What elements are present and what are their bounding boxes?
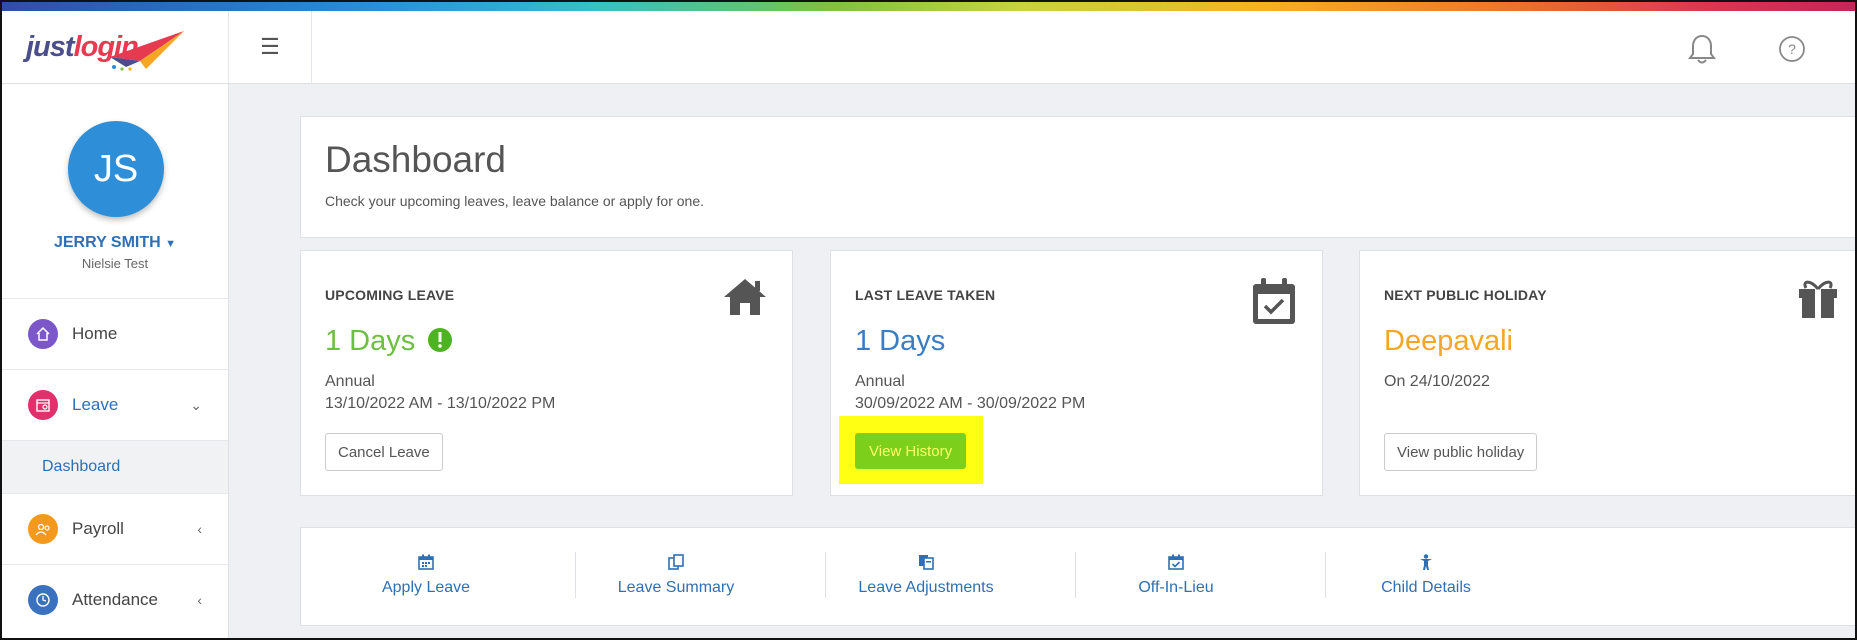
- chevron-left-icon: ‹: [197, 592, 202, 608]
- logo-text-just: just: [26, 31, 75, 63]
- sidebar-item-label: Payroll: [72, 519, 124, 538]
- justlogin-logo[interactable]: justlogin: [2, 11, 229, 83]
- company-name: Nielsie Test: [81, 256, 149, 271]
- cancel-leave-button[interactable]: Cancel Leave: [325, 433, 443, 471]
- alert-icon: [428, 328, 453, 352]
- files-icon: [919, 555, 934, 570]
- menu-toggle-button[interactable]: ☰: [229, 11, 312, 83]
- chevron-down-icon: ⌄: [190, 396, 202, 413]
- quick-link-label: Off-In-Lieu: [1138, 579, 1214, 596]
- last-leave-days: 1 Days: [855, 325, 946, 357]
- help-icon[interactable]: ?: [1778, 35, 1806, 63]
- sidebar-item-attendance[interactable]: Attendance ‹: [2, 564, 228, 635]
- paper-plane-icon: [110, 31, 184, 71]
- bell-icon[interactable]: [1687, 33, 1717, 65]
- quick-link-apply-leave[interactable]: Apply Leave: [301, 528, 551, 625]
- calendar-check-icon: [1253, 278, 1295, 324]
- card-caption: LAST LEAVE TAKEN: [855, 287, 996, 303]
- chevron-left-icon: ‹: [197, 521, 202, 537]
- avatar[interactable]: JS: [68, 121, 164, 217]
- sidebar-subitem-dashboard[interactable]: Dashboard: [2, 440, 228, 493]
- card-caption: UPCOMING LEAVE: [325, 287, 455, 303]
- page-title: Dashboard: [325, 139, 507, 180]
- quick-link-leave-summary[interactable]: Leave Summary: [551, 528, 801, 625]
- last-leave-card: LAST LEAVE TAKEN 1 Days Annual 30/09/202…: [830, 250, 1323, 496]
- copy-icon: [668, 554, 684, 570]
- sidebar-item-label: Leave: [72, 395, 119, 414]
- leave-dates: 30/09/2022 AM - 30/09/2022 PM: [855, 395, 1086, 412]
- quick-links-bar: Apply Leave Leave Summary Leave Adjustme…: [300, 527, 1855, 626]
- top-color-bar: [2, 2, 1855, 11]
- view-public-holiday-button[interactable]: View public holiday: [1384, 433, 1538, 471]
- leave-type: Annual: [855, 373, 905, 390]
- quick-link-leave-adjustments[interactable]: Leave Adjustments: [801, 528, 1051, 625]
- gift-icon: [1799, 280, 1837, 318]
- quick-link-label: Child Details: [1381, 579, 1471, 596]
- sidebar-item-label: Home: [72, 324, 118, 343]
- holiday-name: Deepavali: [1384, 325, 1513, 357]
- sidebar-item-payroll[interactable]: Payroll ‹: [2, 493, 228, 564]
- upcoming-leave-card: UPCOMING LEAVE 1 Days Annual 13/10/2022 …: [300, 250, 793, 496]
- calendar-check-icon: [1168, 554, 1184, 570]
- upcoming-leave-days: 1 Days: [325, 325, 416, 357]
- leave-icon: [28, 390, 58, 420]
- page-header-card: Dashboard Check your upcoming leaves, le…: [300, 116, 1855, 238]
- sidebar-item-label: Attendance: [72, 590, 159, 609]
- sidebar: JS JERRY SMITH ▼ Nielsie Test Home Leave…: [2, 84, 229, 638]
- quick-link-label: Leave Summary: [617, 579, 735, 596]
- svg-text:?: ?: [1788, 41, 1796, 57]
- sidebar-nav: Home Leave ⌄ Dashboard Payroll ‹ Attenda…: [2, 298, 228, 635]
- quick-link-label: Leave Adjustments: [858, 579, 994, 596]
- public-holiday-card: NEXT PUBLIC HOLIDAY Deepavali On 24/10/2…: [1359, 250, 1855, 496]
- child-icon: [1420, 554, 1432, 570]
- user-name: JERRY SMITH: [53, 234, 161, 251]
- hamburger-icon: ☰: [260, 34, 280, 59]
- house-icon: [724, 279, 766, 315]
- user-menu[interactable]: JERRY SMITH ▼: [2, 234, 228, 252]
- sidebar-item-home[interactable]: Home: [2, 298, 228, 369]
- leave-type: Annual: [325, 373, 375, 390]
- card-caption: NEXT PUBLIC HOLIDAY: [1384, 287, 1547, 303]
- quick-link-label: Apply Leave: [381, 579, 471, 596]
- top-bar: justlogin ☰ ?: [2, 11, 1855, 84]
- caret-down-icon: ▼: [165, 238, 177, 250]
- home-icon: [28, 319, 58, 349]
- sidebar-item-leave[interactable]: Leave ⌄: [2, 369, 228, 440]
- holiday-date: On 24/10/2022: [1384, 373, 1490, 390]
- leave-dates: 13/10/2022 AM - 13/10/2022 PM: [325, 395, 556, 412]
- page-subtitle: Check your upcoming leaves, leave balanc…: [325, 193, 704, 209]
- app-window: justlogin ☰ ? JS JERRY SMITH ▼ Nielsie T…: [0, 0, 1857, 640]
- view-history-button[interactable]: View History: [855, 433, 967, 469]
- clock-icon: [28, 585, 58, 615]
- calendar-icon: [418, 554, 434, 570]
- quick-link-off-in-lieu[interactable]: Off-In-Lieu: [1051, 528, 1301, 625]
- quick-link-child-details[interactable]: Child Details: [1301, 528, 1551, 625]
- payroll-icon: [28, 514, 58, 544]
